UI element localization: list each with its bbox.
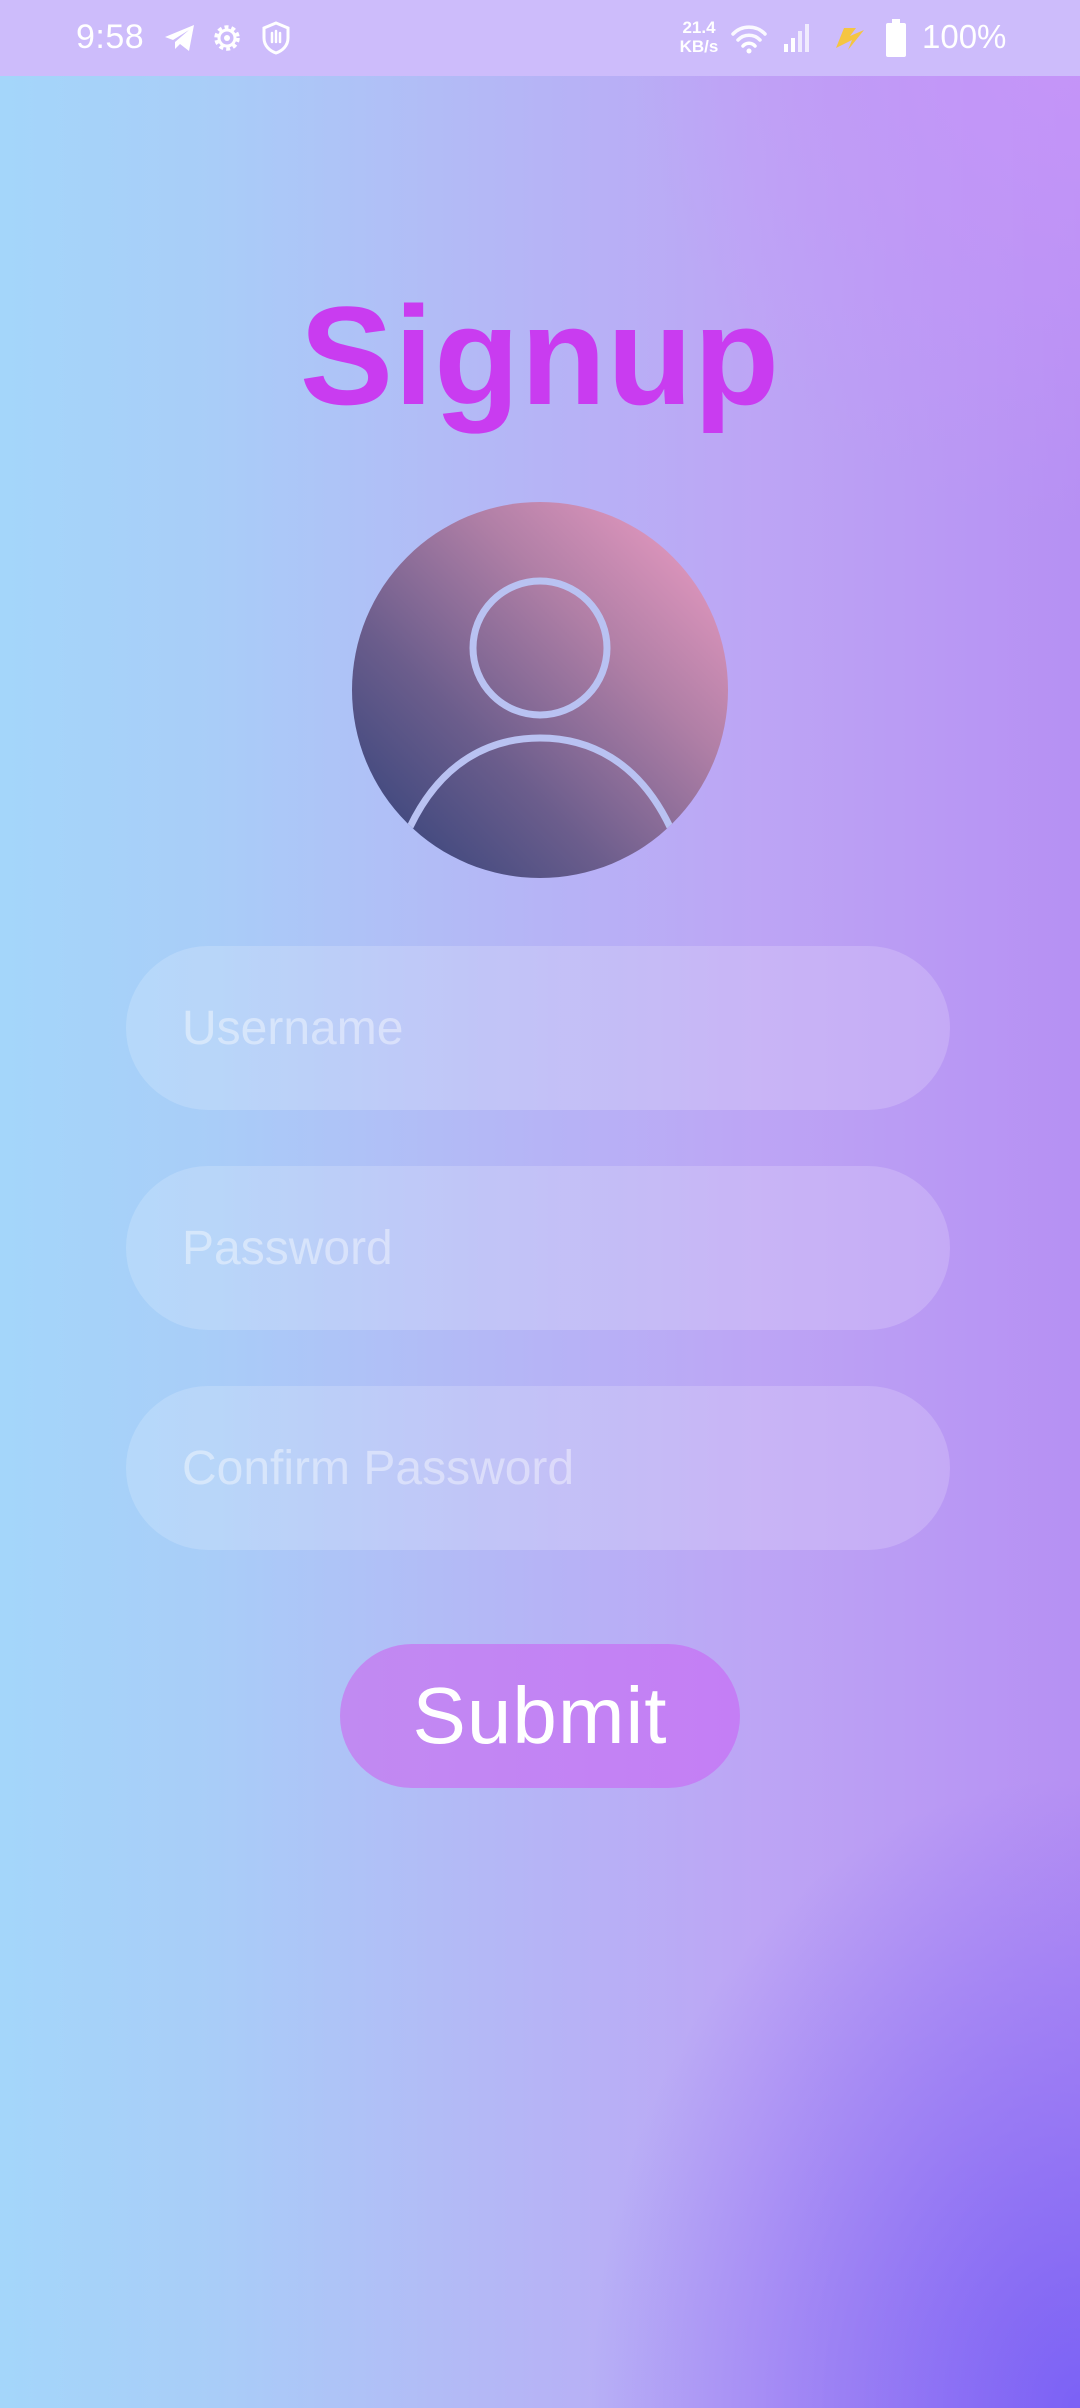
- network-speed-value: 21.4: [682, 18, 716, 37]
- wifi-icon: [731, 25, 767, 54]
- status-time: 9:58: [76, 18, 145, 56]
- signal-icon: [784, 24, 809, 52]
- hand-shield-icon: [262, 21, 290, 55]
- charging-bolt-icon: [836, 28, 864, 50]
- settings-gear-icon: [214, 25, 240, 51]
- confirm-password-placeholder: Confirm Password: [182, 1441, 575, 1495]
- username-field[interactable]: Username: [126, 946, 950, 1110]
- network-speed-unit: KB/s: [679, 37, 719, 56]
- telegram-icon: [165, 25, 194, 51]
- battery-icon: [886, 19, 906, 57]
- confirm-password-field[interactable]: Confirm Password: [126, 1386, 950, 1550]
- password-field[interactable]: Password: [126, 1166, 950, 1330]
- status-bar: 9:58 21.4 KB/s 100%: [0, 0, 1080, 76]
- submit-button[interactable]: Submit: [340, 1644, 740, 1788]
- battery-percentage: 100%: [922, 18, 1007, 55]
- user-profile-icon: [406, 577, 674, 829]
- avatar[interactable]: [352, 502, 728, 878]
- network-speed: 21.4 KB/s: [676, 18, 722, 56]
- signup-screen: 9:58 21.4 KB/s 100% Signup Username Pass…: [0, 0, 1080, 2408]
- password-placeholder: Password: [182, 1221, 393, 1275]
- username-placeholder: Username: [182, 1001, 404, 1055]
- submit-label: Submit: [412, 1671, 668, 1760]
- page-title: Signup: [299, 277, 781, 434]
